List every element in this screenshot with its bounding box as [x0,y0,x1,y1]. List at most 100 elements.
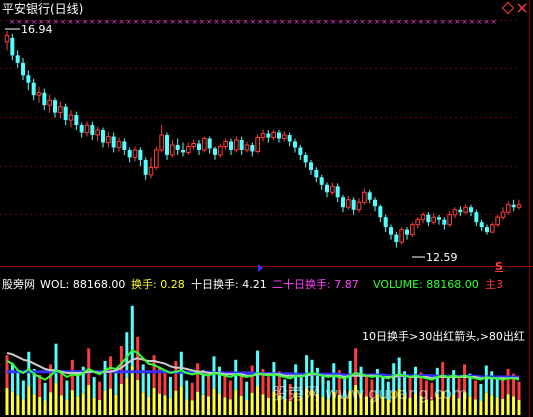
chart-title: 平安银行(日线) [2,2,84,16]
volume-bar-base [76,396,80,415]
volume-bar-base [245,399,249,415]
candle-body [36,92,42,96]
candle-body [287,135,292,142]
volume-bar [174,360,178,391]
volume-bar-base [261,394,265,415]
volume-bar-base [70,390,74,415]
volume-bar [92,377,96,398]
sell-marker: S [495,260,503,273]
cross-marker-icon: × [301,18,307,26]
cross-marker-icon: × [279,18,285,26]
candle-body [330,185,335,193]
cross-marker-icon: × [316,18,322,26]
candle-body [351,199,356,210]
candle-body [154,149,159,168]
candle-body [132,149,138,158]
volume-bar-base [103,390,107,415]
candle-body [341,197,345,208]
volume-bar [87,348,91,385]
candle-body [452,209,458,216]
candle-body [442,219,447,225]
main-indicator-toggle[interactable]: 主3 [485,278,503,291]
cross-marker-icon: × [177,18,183,26]
cross-marker-icon: × [265,18,271,26]
candle-body [90,125,95,136]
cross-marker-icon: × [162,18,168,26]
restore-icon[interactable] [501,1,515,15]
volume-bar-base [234,390,238,415]
close-icon[interactable] [517,3,527,13]
volume-bar [49,364,53,393]
volume-bar-base [228,399,232,415]
volume-bar-base [266,397,270,415]
volume-bar-base [125,377,129,415]
candle-body [325,184,329,193]
volume-bar-base [239,395,243,415]
volume-bar-base [43,400,47,415]
candle-body [420,214,426,221]
candle-body [500,211,506,218]
volume-bar-base [185,399,189,415]
cross-marker-icon: × [257,18,263,26]
volume-bar [228,380,232,400]
candle-body [506,204,511,213]
volume-bar-base [114,394,118,415]
volume-bar [179,351,183,387]
volume-bar-base [10,391,14,415]
volume-bar [54,343,58,383]
volume-bar [207,373,211,397]
cross-marker-icon: × [308,18,314,26]
candle-body [378,206,383,218]
volume-bar-base [87,384,91,415]
volume-bar-base [168,397,172,415]
candle-body [383,217,388,228]
volume-bar-base [512,396,516,415]
high-price-label: 16.94 [21,23,53,36]
volume-bar-base [468,396,472,415]
candle-body [175,144,180,150]
cross-marker-icon: × [462,18,468,26]
cross-marker-icon: × [396,18,402,26]
candle-body [458,209,463,213]
candle-body [244,144,250,151]
volume-bar [490,371,494,396]
volume-bar [10,363,14,392]
volume-bar-base [49,392,53,415]
cross-marker-icon: × [323,18,329,26]
candle-body [84,124,90,134]
cross-marker-icon: × [97,18,103,26]
wol-value: WOL: 88168.00 [40,278,126,291]
cross-marker-icon: × [133,18,139,26]
volume-bar [43,382,47,401]
candle-body [405,229,409,235]
volume-bar-base [179,386,183,415]
candle-body [250,144,255,152]
candle-body [282,134,287,140]
volume-bar-base [223,397,227,415]
volume-bar-base [16,395,20,415]
candle-body [191,142,196,147]
volume-bar [354,348,358,385]
candle-body [394,234,399,243]
volume-bar-base [108,388,112,415]
volume-value: VOLUME: 88168.00 [373,278,479,291]
cross-marker-icon: × [75,18,81,26]
candlestick-series [4,30,522,248]
turnover-annotation: 10日换手>30出红箭头,>80出红 [362,330,525,343]
volume-bar-base [501,398,505,415]
candle-body [159,134,164,151]
cross-marker-icon: × [126,18,132,26]
cross-marker-icon: × [425,18,431,26]
watermark: 股旁网 www.gupang.com [272,384,468,403]
volume-bar-base [21,399,25,415]
volume-bar-base [506,394,510,415]
volume-bar-base [190,400,194,415]
cross-marker-icon: × [484,18,490,26]
volume-bar-base [119,383,123,415]
volume-bar-base [212,388,216,415]
volume-bar-base [65,399,69,415]
cross-marker-icon: × [411,18,417,26]
cross-marker-icon: × [403,18,409,26]
volume-bar [517,381,521,400]
cross-marker-icon: × [9,18,15,26]
